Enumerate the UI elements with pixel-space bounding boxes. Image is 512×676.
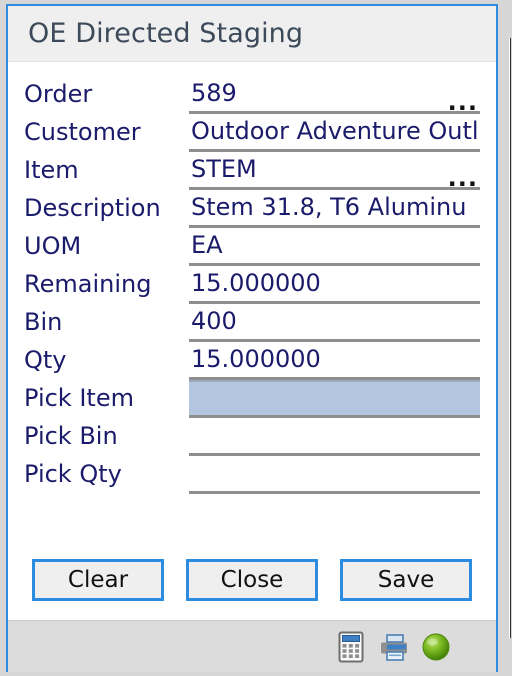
lookup-ellipsis-button[interactable]: ... [448, 90, 478, 111]
field-value: Stem 31.8, T6 Aluminu [191, 193, 467, 221]
form-row: Pick Qty [24, 456, 480, 494]
field-value: 400 [191, 307, 237, 335]
form-area: Order 589... Customer Outdoor Adventure Out… [8, 62, 496, 546]
field-value: 15.000000 [191, 345, 321, 373]
form-row: Remaining 15.000000 [24, 266, 480, 304]
field-input-customer[interactable]: Outdoor Adventure Outl [189, 114, 480, 152]
field-label-remaining: Remaining [24, 270, 152, 298]
field-value: EA [191, 231, 223, 259]
field-input-uom[interactable]: EA [189, 228, 480, 266]
form-row: Qty 15.000000 [24, 342, 480, 380]
field-input-remaining[interactable]: 15.000000 [189, 266, 480, 304]
dialog-title: OE Directed Staging [28, 18, 304, 49]
field-label-customer: Customer [24, 118, 141, 146]
field-value: 589 [191, 79, 237, 107]
field-label-order: Order [24, 80, 93, 108]
clear-button[interactable]: Clear [32, 559, 164, 601]
field-input-description[interactable]: Stem 31.8, T6 Aluminu [189, 190, 480, 228]
close-button[interactable]: Close [186, 559, 318, 601]
form-row: Item STEM... [24, 152, 480, 190]
form-row: Pick Item [24, 380, 480, 418]
desktop-background: OE Directed Staging Order 589... Customer O… [0, 0, 512, 676]
field-label-pick-qty: Pick Qty [24, 460, 122, 488]
form-row: Pick Bin [24, 418, 480, 456]
printer-icon[interactable] [378, 631, 408, 663]
field-input-pick-qty[interactable] [189, 456, 480, 494]
field-input-pick-bin[interactable] [189, 418, 480, 456]
dialog-statusbar [8, 620, 496, 672]
form-row: Order 589... [24, 76, 480, 114]
field-input-qty[interactable]: 15.000000 [189, 342, 480, 380]
field-value: Outdoor Adventure Outl [191, 117, 479, 145]
field-input-item[interactable]: STEM... [189, 152, 480, 190]
field-label-qty: Qty [24, 346, 67, 374]
field-label-uom: UOM [24, 232, 82, 260]
field-label-item: Item [24, 156, 79, 184]
form-row: Description Stem 31.8, T6 Aluminu [24, 190, 480, 228]
field-label-pick-item: Pick Item [24, 384, 134, 412]
field-input-pick-item[interactable] [189, 380, 480, 418]
calculator-icon[interactable] [336, 631, 366, 663]
form-row: Customer Outdoor Adventure Outl [24, 114, 480, 152]
field-value: 15.000000 [191, 269, 321, 297]
lookup-ellipsis-button[interactable]: ... [448, 166, 478, 187]
status-light-icon[interactable] [420, 631, 450, 663]
field-value: STEM [191, 155, 257, 183]
field-label-description: Description [24, 194, 161, 222]
field-label-pick-bin: Pick Bin [24, 422, 118, 450]
dialog-button-bar: Clear Close Save [8, 546, 496, 620]
form-row: UOM EA [24, 228, 480, 266]
field-input-bin[interactable]: 400 [189, 304, 480, 342]
save-button[interactable]: Save [340, 559, 472, 601]
field-input-order[interactable]: 589... [189, 76, 480, 114]
field-label-bin: Bin [24, 308, 63, 336]
form-row: Bin 400 [24, 304, 480, 342]
oe-directed-staging-dialog: OE Directed Staging Order 589... Customer O… [6, 4, 498, 672]
dialog-titlebar: OE Directed Staging [8, 6, 496, 62]
